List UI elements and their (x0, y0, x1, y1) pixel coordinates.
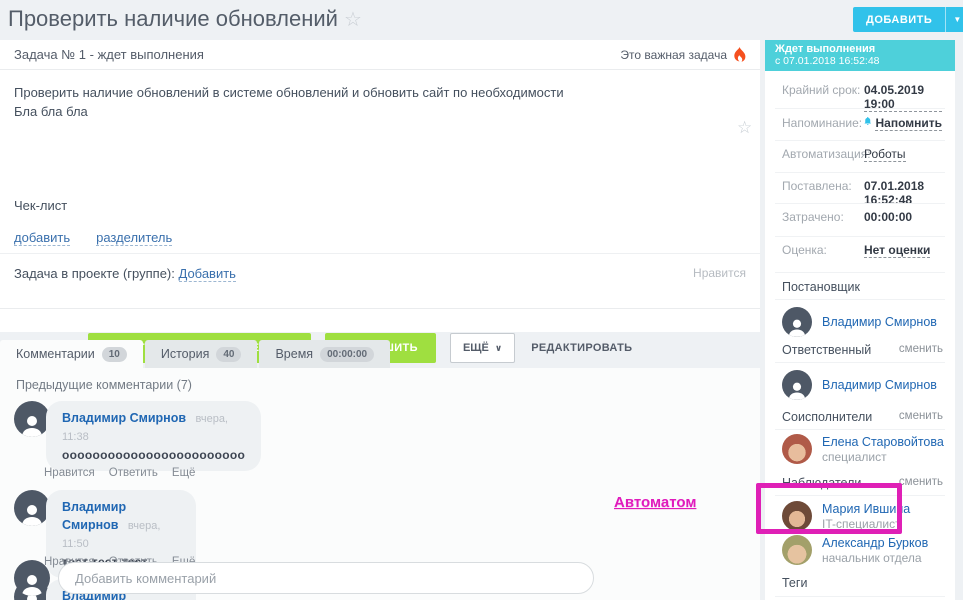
automation-link[interactable]: Роботы (864, 147, 906, 162)
history-count-badge: 40 (216, 347, 241, 362)
field-time-spent: Затрачено: 00:00:00 (782, 210, 942, 224)
comment-reply-link[interactable]: Ответить (109, 467, 158, 479)
section-observers: Наблюдатели (782, 476, 861, 490)
person-role: IT-специалист (822, 517, 910, 531)
comment-actions: Нравится Ответить Ещё (44, 467, 195, 479)
important-task-label: Это важная задача (620, 48, 727, 62)
more-button[interactable]: ЕЩЁ ∨ (450, 333, 515, 363)
task-description: Проверить наличие обновлений в системе о… (0, 71, 760, 133)
time-badge: 00:00:00 (320, 347, 374, 362)
person-name[interactable]: Владимир Смирнов (822, 378, 937, 392)
task-title: Задача № 1 - ждет выполнения (14, 47, 204, 62)
edit-button[interactable]: РЕДАКТИРОВАТЬ (531, 342, 632, 354)
person-responsible: Владимир Смирнов (782, 370, 937, 400)
field-automation: Автоматизация: Роботы (782, 147, 942, 162)
section-tags: Теги (782, 576, 807, 590)
person-name[interactable]: Александр Бурков (822, 536, 928, 550)
checklist-add-link[interactable]: добавить (14, 230, 70, 246)
comment-input[interactable] (58, 562, 594, 594)
person-icon (21, 502, 43, 526)
add-button[interactable]: ДОБАВИТЬ ▼ (853, 7, 963, 32)
task-card: Задача № 1 - ждет выполнения Это важная … (0, 40, 760, 332)
divider (0, 308, 760, 309)
avatar[interactable] (14, 401, 50, 437)
rating-link[interactable]: Нет оценки (864, 243, 930, 258)
add-button-caret[interactable]: ▼ (945, 7, 963, 32)
chevron-down-icon: ∨ (495, 343, 502, 354)
avatar[interactable] (782, 370, 812, 400)
field-reminder: Напоминание: Напомнить (782, 115, 942, 131)
avatar[interactable] (14, 490, 50, 526)
comments-count-badge: 10 (102, 347, 127, 362)
annotation-text: Автоматом (614, 494, 696, 511)
tab-comments[interactable]: Комментарии 10 (0, 340, 143, 368)
field-rating: Оценка: Нет оценки (782, 243, 942, 258)
status-title: Ждет выполнения (775, 43, 945, 55)
comment-like-link[interactable]: Нравится (44, 467, 95, 479)
section-responsible: Ответственный (782, 343, 871, 357)
person-name[interactable]: Елена Старовойтова (822, 435, 944, 449)
description-star-icon[interactable]: ☆ (737, 118, 752, 138)
person-role: специалист (822, 450, 944, 464)
avatar-photo[interactable] (782, 535, 812, 565)
comment-item: Владимир Смирнов вчера, 11:38 оооооооооо… (14, 401, 50, 437)
description-line-1: Проверить наличие обновлений в системе о… (14, 83, 746, 102)
add-button-label[interactable]: ДОБАВИТЬ (853, 7, 945, 32)
checklist-title: Чек-лист (14, 198, 67, 213)
person-observer: Мария Ившина IT-специалист (782, 501, 910, 531)
checklist-divider-link[interactable]: разделитель (96, 230, 172, 246)
tabs-bar: Комментарии 10 История 40 Время 00:00:00 (0, 340, 392, 368)
avatar-photo[interactable] (782, 434, 812, 464)
avatar-photo[interactable] (782, 501, 812, 531)
chevron-down-icon: ▼ (953, 15, 961, 24)
change-coexecutors-link[interactable]: сменить (899, 410, 943, 422)
person-coexecutor: Елена Старовойтова специалист (782, 434, 944, 464)
person-icon (788, 380, 806, 400)
bell-icon (864, 115, 871, 127)
person-icon (21, 572, 43, 596)
comment-author[interactable]: Владимир Смирнов (62, 500, 126, 532)
new-comment-row (14, 560, 594, 596)
person-creator: Владимир Смирнов (782, 307, 937, 337)
page-title: Проверить наличие обновлений☆ (8, 6, 362, 32)
person-observer: Александр Бурков начальник отдела (782, 535, 928, 565)
comment-bubble: Владимир Смирнов вчера, 11:38 оооооооооо… (46, 401, 261, 471)
task-sidebar: Ждет выполнения с 07.01.2018 16:52:48 Кр… (765, 40, 955, 600)
section-coexecutors: Соисполнители (782, 410, 872, 424)
project-row: Задача в проекте (группе): Добавить Нрав… (0, 253, 760, 282)
comment-author[interactable]: Владимир Смирнов (62, 411, 186, 425)
section-creator: Постановщик (782, 280, 860, 294)
person-role: начальник отдела (822, 551, 928, 565)
status-since: с 07.01.2018 16:52:48 (775, 55, 945, 67)
change-observers-link[interactable]: сменить (899, 476, 943, 488)
person-name[interactable]: Владимир Смирнов (822, 315, 937, 329)
fire-icon (733, 47, 746, 62)
project-label: Задача в проекте (группе): (14, 266, 175, 282)
person-name[interactable]: Мария Ившина (822, 502, 910, 516)
tab-time[interactable]: Время 00:00:00 (259, 340, 390, 368)
time-spent-value: 00:00:00 (864, 210, 912, 224)
favorite-star-icon[interactable]: ☆ (344, 9, 362, 31)
change-responsible-link[interactable]: сменить (899, 343, 943, 355)
comment-item: Владимир Смирнов вчера, 11:50 тест тест … (14, 490, 50, 526)
reminder-link[interactable]: Напомнить (875, 116, 942, 131)
task-header-row: Задача № 1 - ждет выполнения Это важная … (0, 40, 760, 70)
avatar (14, 560, 50, 596)
task-like-link[interactable]: Нравится (693, 266, 746, 282)
comment-more-link[interactable]: Ещё (172, 467, 196, 479)
comment-text: оооооооооооооооооооооооо (62, 448, 245, 462)
person-icon (788, 317, 806, 337)
person-icon (21, 413, 43, 437)
status-banner: Ждет выполнения с 07.01.2018 16:52:48 (765, 40, 955, 71)
tab-history[interactable]: История 40 (145, 340, 258, 368)
avatar[interactable] (782, 307, 812, 337)
project-add-link[interactable]: Добавить (179, 266, 236, 282)
description-line-2: Бла бла бла (14, 102, 746, 121)
previous-comments-link[interactable]: Предыдущие комментарии (7) (16, 378, 192, 392)
